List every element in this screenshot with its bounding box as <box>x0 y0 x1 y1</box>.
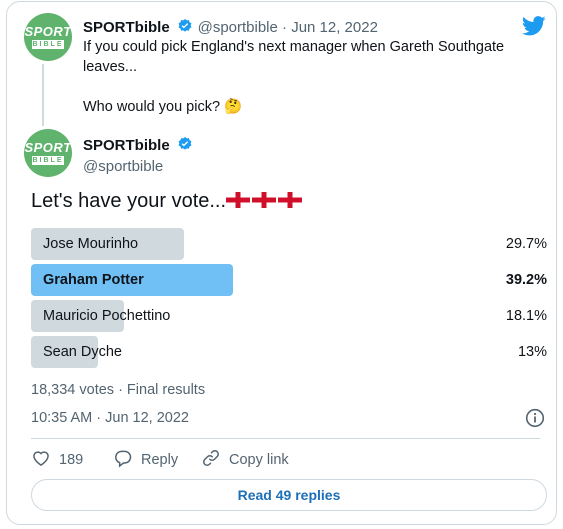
poll-option: Graham Potter 39.2% <box>31 264 547 296</box>
tweet-timestamp[interactable]: 10:35 AM · Jun 12, 2022 <box>31 410 189 426</box>
reply-button[interactable]: Reply <box>113 450 178 470</box>
quoted-text-line: If you could pick England's next manager… <box>83 39 505 55</box>
avatar-sport-text: SPORT <box>24 24 72 39</box>
poll-option-percent: 39.2% <box>505 272 547 288</box>
poll-option: Jose Mourinho 29.7% <box>31 228 547 260</box>
tweet-text-content: Let's have your vote... <box>31 190 227 212</box>
like-button[interactable]: 189 <box>31 450 83 470</box>
thread-line <box>42 64 44 126</box>
poll: Jose Mourinho 29.7% Graham Potter 39.2% … <box>31 228 547 372</box>
poll-option-label: Mauricio Pochettino <box>43 308 171 324</box>
poll-option: Mauricio Pochettino 18.1% <box>31 300 547 332</box>
verified-badge-icon <box>177 18 193 39</box>
tweet-card: SPORT BIBLE SPORTbible @sportbible · Jun… <box>6 1 557 525</box>
link-icon <box>201 448 221 472</box>
tweet-text: Let's have your vote... <box>31 190 304 216</box>
quoted-avatar[interactable]: SPORT BIBLE <box>24 13 72 61</box>
quoted-text-line: leaves... <box>83 59 137 75</box>
quoted-author-name[interactable]: SPORTbible <box>83 19 170 36</box>
poll-option-percent: 18.1% <box>505 308 547 324</box>
author-handle[interactable]: @sportbible <box>83 158 163 175</box>
verified-badge-icon <box>177 136 193 157</box>
twitter-bird-icon[interactable] <box>521 16 546 41</box>
author-avatar[interactable]: SPORT BIBLE <box>24 129 72 177</box>
poll-meta: 18,334 votes · Final results <box>31 382 206 398</box>
like-count: 189 <box>59 452 84 468</box>
poll-option-label: Jose Mourinho <box>43 236 139 252</box>
quoted-tweet-header: SPORTbible @sportbible · Jun 12, 2022 <box>83 18 378 39</box>
read-replies-button[interactable]: Read 49 replies <box>31 479 547 511</box>
heart-icon <box>31 448 51 472</box>
poll-option-percent: 29.7% <box>505 236 547 252</box>
avatar-sport-text: SPORT <box>24 140 72 155</box>
reply-bubble-icon <box>113 448 133 472</box>
avatar-bible-text: BIBLE <box>32 156 64 165</box>
poll-option-label: Sean Dyche <box>43 344 122 360</box>
copy-link-button[interactable]: Copy link <box>201 450 289 470</box>
quoted-tweet-text: If you could pick England's next manager… <box>83 37 513 117</box>
poll-option-percent: 13% <box>517 344 547 360</box>
copy-link-label: Copy link <box>229 452 289 468</box>
quoted-handle-date[interactable]: @sportbible · Jun 12, 2022 <box>198 19 378 36</box>
england-flags-icon <box>226 190 304 216</box>
info-icon[interactable] <box>525 408 545 433</box>
divider <box>31 438 540 439</box>
author-name-row: SPORTbible <box>83 136 193 157</box>
poll-option: Sean Dyche 13% <box>31 336 547 368</box>
reply-label: Reply <box>141 452 179 468</box>
avatar-bible-text: BIBLE <box>32 40 64 49</box>
author-name[interactable]: SPORTbible <box>83 137 170 154</box>
poll-option-label: Graham Potter <box>43 272 144 288</box>
quoted-text-line: Who would you pick? 🤔 <box>83 99 243 115</box>
